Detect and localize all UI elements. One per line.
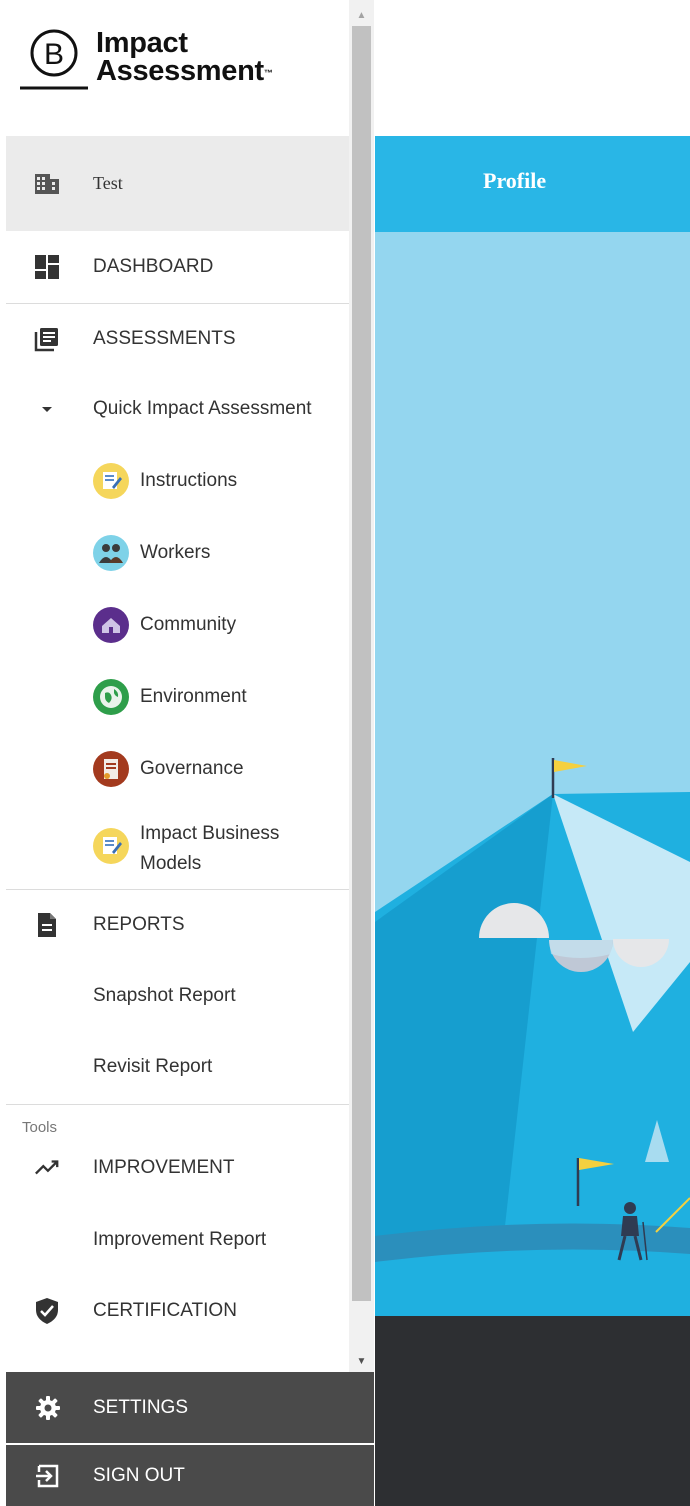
nav-topic-impact-business-models[interactable]: Impact Business Models [6, 806, 349, 890]
nav-dashboard-label: DASHBOARD [93, 256, 214, 277]
instructions-icon [93, 828, 129, 864]
report-icon [34, 912, 60, 938]
nav-dashboard[interactable]: DASHBOARD [6, 232, 349, 302]
nav-quick-impact-assessment[interactable]: Quick Impact Assessment [6, 374, 349, 444]
topic-label-line2: Models [140, 853, 202, 874]
gear-icon [34, 1394, 62, 1422]
snapshot-report-label: Snapshot Report [93, 985, 236, 1006]
nav-improvement-label: IMPROVEMENT [93, 1157, 235, 1178]
nav-improvement[interactable]: IMPROVEMENT [6, 1133, 349, 1203]
nav-improvement-report[interactable]: Improvement Report [6, 1205, 349, 1275]
nav-topic-workers[interactable]: Workers [6, 518, 349, 588]
scroll-down-arrow-icon[interactable]: ▼ [349, 1352, 374, 1370]
brand-line2: Assessment [96, 55, 264, 87]
brand-wordmark: Impact Assessment™ [96, 27, 273, 87]
shield-check-icon [34, 1298, 60, 1324]
nav-quick-impact-label: Quick Impact Assessment [93, 398, 312, 419]
nav-topic-environment[interactable]: Environment [6, 662, 349, 732]
nav-certification-label: CERTIFICATION [93, 1300, 237, 1321]
instructions-icon [93, 463, 129, 499]
sign-out-icon [34, 1462, 62, 1490]
sign-out-button[interactable]: SIGN OUT [6, 1445, 374, 1506]
brand-logo[interactable]: B Impact Assessment™ [20, 24, 320, 94]
nav-assessments-label: ASSESSMENTS [93, 328, 236, 349]
b-corp-logo-icon: B [20, 29, 88, 90]
topic-label-line1: Impact Business [140, 823, 280, 844]
dark-footer-panel [375, 1316, 690, 1506]
profile-tab-title[interactable]: Profile [483, 168, 546, 194]
topic-label-multiline: Impact Business Models [140, 819, 279, 879]
company-selector[interactable]: Test [6, 136, 349, 231]
nav-snapshot-report[interactable]: Snapshot Report [6, 961, 349, 1031]
main-content: Profile [375, 0, 690, 1506]
scroll-up-arrow-icon[interactable]: ▲ [349, 6, 374, 24]
improvement-report-label: Improvement Report [93, 1229, 267, 1250]
nav-certification[interactable]: CERTIFICATION [6, 1276, 349, 1346]
assessments-icon [34, 326, 60, 352]
caret-down-icon [34, 396, 60, 422]
scrollbar-thumb[interactable] [352, 26, 371, 1301]
environment-icon [93, 679, 129, 715]
nav-reports[interactable]: REPORTS [6, 890, 349, 960]
topic-label: Instructions [140, 470, 238, 491]
mountain-hero-illustration [375, 232, 690, 1316]
building-icon [34, 171, 60, 197]
nav-reports-label: REPORTS [93, 914, 185, 935]
brand-letter: B [44, 38, 64, 71]
nav-topic-instructions[interactable]: Instructions [6, 446, 349, 516]
governance-icon [93, 751, 129, 787]
nav-topic-governance[interactable]: Governance [6, 734, 349, 804]
settings-button[interactable]: SETTINGS [6, 1372, 374, 1443]
trending-up-icon [34, 1155, 60, 1181]
community-icon [93, 607, 129, 643]
divider [6, 1104, 349, 1105]
brand-trademark: ™ [263, 68, 273, 78]
sign-out-label: SIGN OUT [93, 1464, 185, 1486]
sidebar: B Impact Assessment™ Test DASHBOARD ASSE… [0, 0, 375, 1506]
topic-label: Governance [140, 758, 244, 779]
sidebar-scrollbar[interactable]: ▲ ▼ [349, 0, 374, 1372]
nav-topic-community[interactable]: Community [6, 590, 349, 660]
topic-label: Environment [140, 686, 247, 707]
nav-assessments[interactable]: ASSESSMENTS [6, 304, 349, 374]
workers-icon [93, 535, 129, 571]
company-name: Test [93, 173, 123, 193]
settings-label: SETTINGS [93, 1396, 189, 1418]
nav-revisit-report[interactable]: Revisit Report [6, 1032, 349, 1102]
dashboard-icon [34, 254, 60, 280]
brand-line1: Impact [96, 27, 188, 59]
topic-label: Community [140, 614, 237, 635]
topic-label: Workers [140, 542, 211, 563]
revisit-report-label: Revisit Report [93, 1056, 213, 1077]
